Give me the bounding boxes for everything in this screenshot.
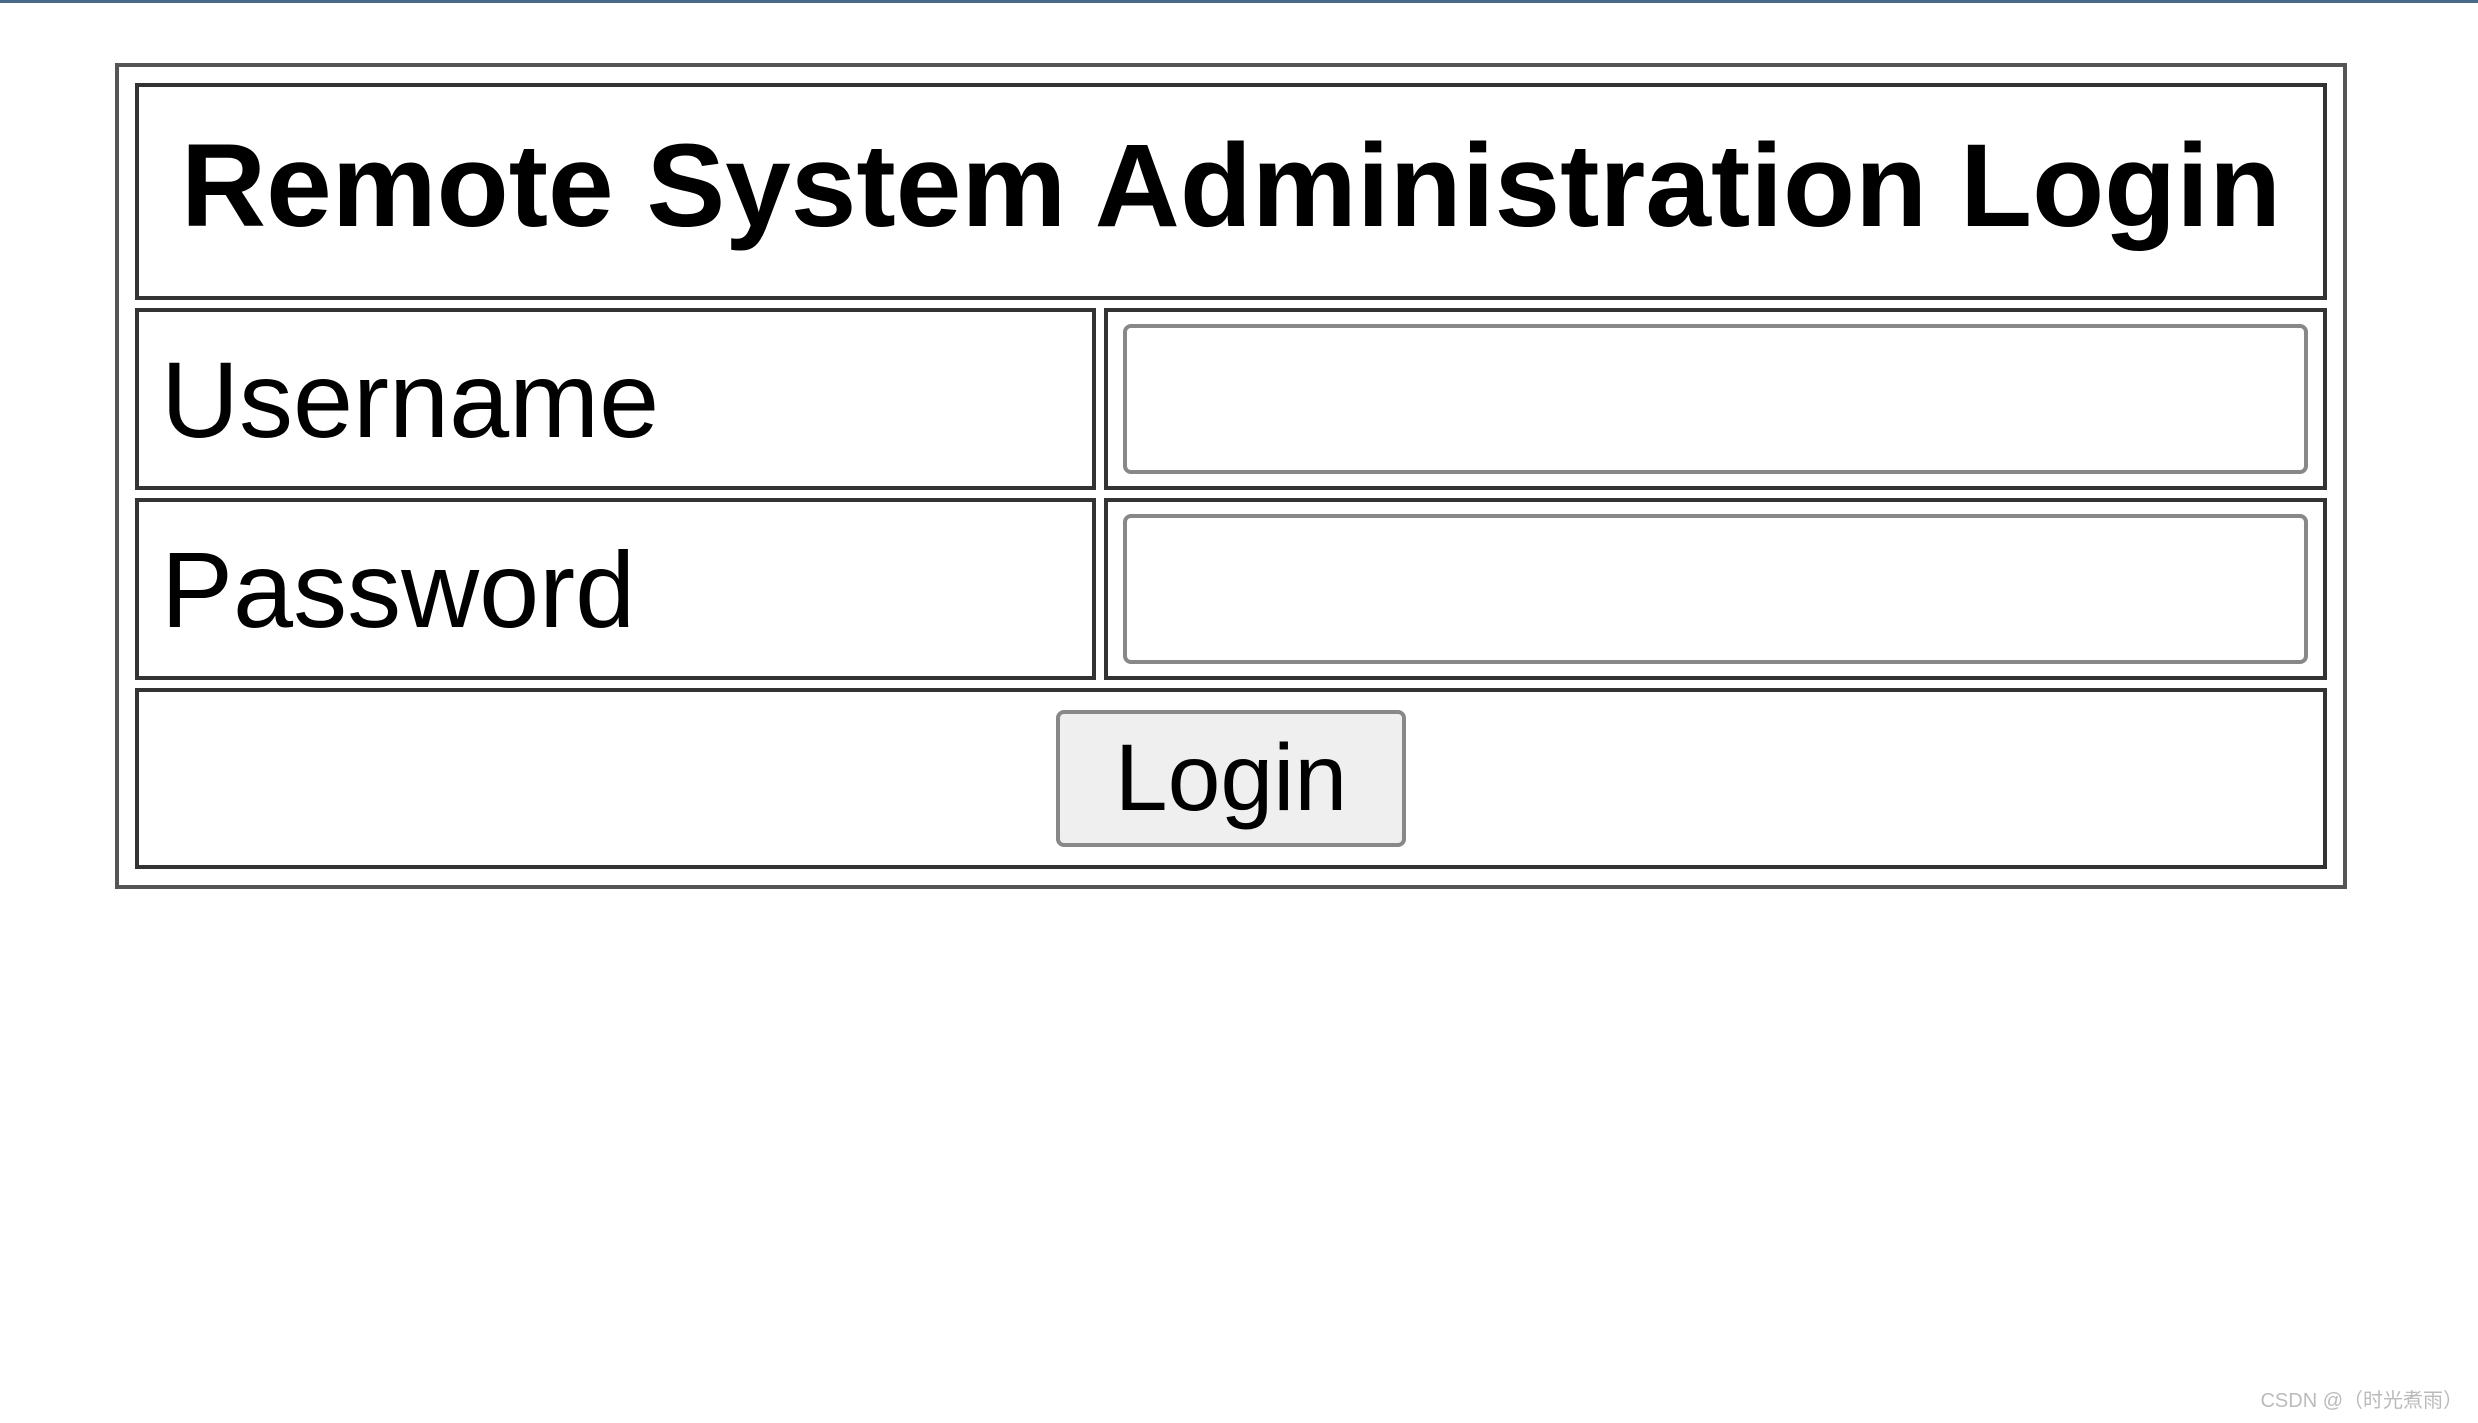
- password-label: Password: [135, 498, 1096, 680]
- password-input-cell: [1104, 498, 2327, 680]
- watermark: CSDN @（时光煮雨）: [2260, 1384, 2463, 1413]
- password-input[interactable]: [1123, 514, 2308, 664]
- username-input[interactable]: [1123, 324, 2308, 474]
- username-input-cell: [1104, 308, 2327, 490]
- login-button[interactable]: Login: [1056, 710, 1406, 847]
- header-cell: Remote System Administration Login: [135, 83, 2327, 300]
- button-cell: Login: [135, 688, 2327, 869]
- username-label: Username: [135, 308, 1096, 490]
- login-form-container: Remote System Administration Login Usern…: [115, 63, 2347, 889]
- login-table: Remote System Administration Login Usern…: [127, 75, 2335, 877]
- page-title: Remote System Administration Login: [157, 107, 2305, 266]
